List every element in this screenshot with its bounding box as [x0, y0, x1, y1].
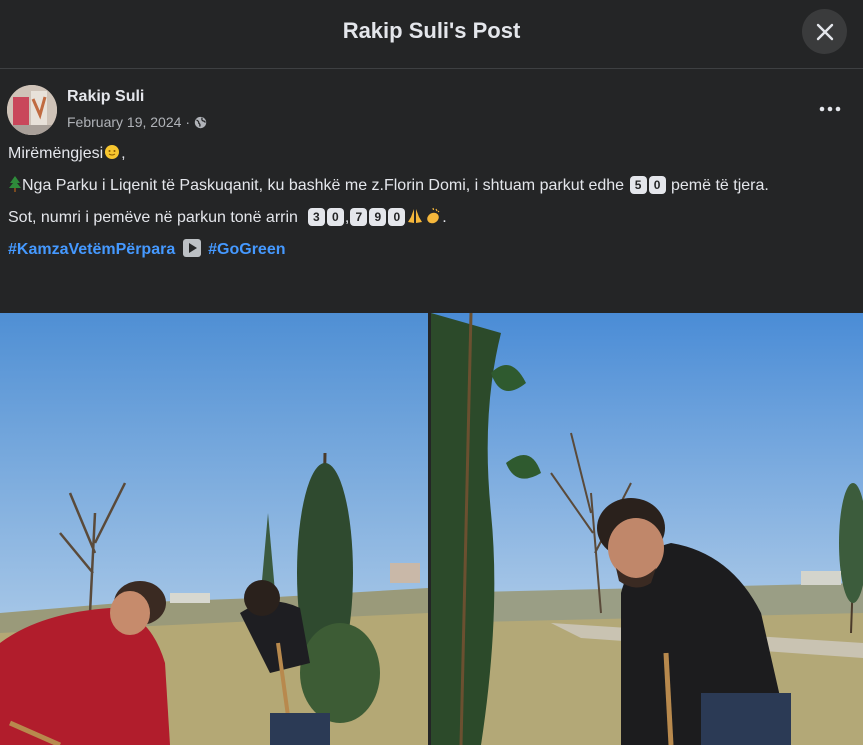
- photo-right[interactable]: [431, 313, 863, 745]
- keycap-digit: 0: [388, 208, 406, 226]
- keycap-digit: 0: [648, 176, 666, 194]
- count-line: Sot, numri i pemëve në parkun tonë arrin…: [8, 207, 447, 226]
- post-dialog-header: Rakip Suli's Post: [0, 0, 863, 69]
- photo-left-image: [0, 313, 428, 745]
- greeting-line: Mirëmëngjesi,: [8, 145, 126, 162]
- keycap-digit: 7: [350, 208, 368, 226]
- trees-text-b: pemë të tjera.: [670, 177, 769, 194]
- pray-emoji-icon: [408, 209, 423, 223]
- sun-emoji-icon: [105, 145, 120, 159]
- post-meta: February 19, 2024 ·: [67, 114, 207, 130]
- hashtag-link[interactable]: #GoGreen: [208, 241, 285, 258]
- post-text: Mirëmëngjesi, Nga Parku i Liqenit të Pas…: [8, 142, 853, 270]
- photo-right-image: [431, 313, 863, 745]
- meta-separator: ·: [185, 114, 191, 130]
- trees-line: Nga Parku i Liqenit të Paskuqanit, ku ba…: [8, 174, 853, 197]
- post-header: Rakip Suli February 19, 2024 ·: [7, 84, 863, 138]
- hashtag-line: #KamzaVetëmPërpara #GoGreen: [8, 238, 853, 261]
- dialog-title: Rakip Suli's Post: [342, 18, 521, 43]
- more-dots-icon: [819, 106, 841, 112]
- keycap-digit: 9: [369, 208, 387, 226]
- play-button-emoji-icon: [182, 239, 201, 257]
- author-name[interactable]: Rakip Suli: [67, 88, 144, 106]
- clap-emoji-icon: [427, 207, 440, 224]
- greeting-text: Mirëmëngjesi: [8, 145, 104, 162]
- avatar[interactable]: [7, 85, 57, 135]
- globe-icon: [194, 116, 207, 128]
- close-button[interactable]: [802, 9, 847, 54]
- post-date[interactable]: February 19, 2024: [67, 114, 181, 130]
- count-text: Sot, numri i pemëve në parkun tonë arrin: [8, 209, 298, 226]
- photo-grid: [0, 313, 863, 745]
- photo-left[interactable]: [0, 313, 428, 745]
- keycap-digit: 3: [307, 208, 325, 226]
- hashtag-link[interactable]: #KamzaVetëmPërpara: [8, 241, 175, 258]
- keycap-digit: 5: [629, 176, 647, 194]
- evergreen-tree-icon: [9, 176, 21, 192]
- keycap-digit: 0: [326, 208, 344, 226]
- more-options-button[interactable]: [815, 94, 845, 124]
- trees-text-a: Nga Parku i Liqenit të Paskuqanit, ku ba…: [22, 177, 625, 194]
- close-icon: [816, 23, 833, 40]
